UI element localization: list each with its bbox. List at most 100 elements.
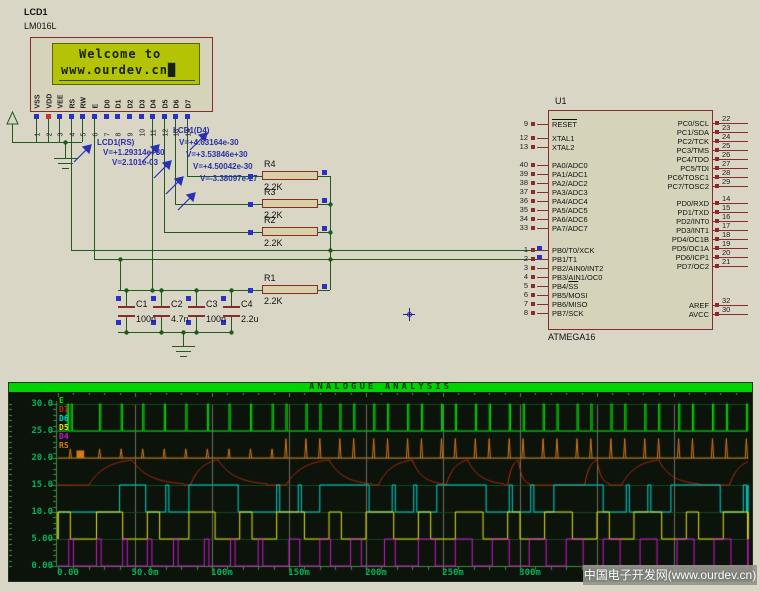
y-axis-tick-5.00: 5.00 — [17, 534, 53, 544]
watermark-banner: 中国电子开发网(www.ourdev.cn) — [583, 565, 757, 585]
resistor-R1[interactable] — [262, 285, 318, 294]
mcu-pin-pad-21 — [715, 264, 719, 268]
lcd-pin-label-RW: RW — [81, 87, 88, 109]
mcu-pin-pad-22 — [715, 121, 719, 125]
x-axis-tick-150m: 150m — [281, 568, 317, 578]
mcu-pin-number-24: 24 — [722, 132, 744, 141]
mcu-pin-stub-38 — [537, 183, 548, 184]
y-axis-tick-0.00: 0.00 — [17, 561, 53, 571]
mcu-pin-pad-13 — [531, 145, 535, 149]
mcu-pin-stub-1 — [537, 250, 548, 251]
legend-item-D5: D5 — [59, 424, 69, 432]
mcu-pin-stub-39 — [537, 174, 548, 175]
mcu-pin-pad-4 — [531, 275, 535, 279]
mcu-pin-stub-37 — [537, 192, 548, 193]
resistor-ref-R4: R4 — [264, 159, 276, 169]
mcu-pin-number-23: 23 — [722, 123, 744, 132]
mcu-pin-label-21: PD7/OC2 — [552, 262, 709, 271]
mcu-pin-pad-36 — [531, 199, 535, 203]
mcu-pin-pad-20 — [715, 255, 719, 259]
mcu-pin-number-9: 9 — [510, 119, 528, 128]
mcu-pin-number-28: 28 — [722, 168, 744, 177]
lcd-pin-number-2: 2 — [47, 115, 54, 137]
mcu-pin-number-3: 3 — [510, 263, 528, 272]
mcu-pin-pad-27 — [715, 166, 719, 170]
lcd-pin-label-E: E — [93, 87, 100, 109]
lcd-pin-number-5: 5 — [81, 115, 88, 137]
mcu-pin-label-20: PD6/ICP1 — [552, 253, 709, 262]
mcu-pin-pad-23 — [715, 130, 719, 134]
proteus-workspace: { "schematic": { "lcd": { "ref": "LCD1",… — [0, 0, 760, 592]
resistor-R2[interactable] — [262, 227, 318, 236]
y-axis-tick-15.0: 15.0 — [17, 480, 53, 490]
mcu-pin-stub-4 — [537, 277, 548, 278]
mcu-pin-label-5: PB4/SS — [552, 282, 578, 291]
mcu-pin-number-22: 22 — [722, 114, 744, 123]
mcu-pin-number-15: 15 — [722, 203, 744, 212]
mcu-pin-number-4: 4 — [510, 272, 528, 281]
x-axis-tick-200m: 200m — [358, 568, 394, 578]
x-axis-tick-100m: 100m — [204, 568, 240, 578]
lcd-pin-label-D6: D6 — [174, 87, 181, 109]
mcu-pin-pad-2 — [531, 257, 535, 261]
mcu-pin-number-33: 33 — [510, 223, 528, 232]
probe-label-rs[interactable]: LCD1(RS) — [97, 138, 134, 147]
lcd-pin-label-D3: D3 — [140, 87, 147, 109]
x-axis-tick-0.00: 0.00 — [50, 568, 86, 578]
mcu-pin-number-27: 27 — [722, 159, 744, 168]
mcu-pin-number-13: 13 — [510, 142, 528, 151]
mcu-pin-label-28: PC6/TOSC1 — [552, 173, 709, 182]
power-terminal-icon[interactable] — [7, 112, 18, 124]
mcu-pin-number-8: 8 — [510, 308, 528, 317]
graph-plot-canvas[interactable] — [9, 393, 752, 581]
lcd-pin-number-11: 11 — [151, 115, 158, 137]
y-axis-tick-10.0: 10.0 — [17, 507, 53, 517]
mcu-pin-pad-37 — [531, 190, 535, 194]
lcd-screen-line1: Welcome to — [79, 47, 161, 61]
mcu-pin-label-6: PB5/MOSI — [552, 291, 587, 300]
lcd-pin-label-VEE: VEE — [58, 87, 65, 109]
graph-title-bar[interactable]: ANALOGUE ANALYSIS — [9, 383, 752, 393]
probe-label-d4[interactable]: LCD1(D4) — [173, 126, 209, 135]
resistor-ref-R2: R2 — [264, 215, 276, 225]
mcu-pin-label-14: PD0/RXD — [552, 199, 709, 208]
lcd-pin-label-D5: D5 — [163, 87, 170, 109]
resistor-R3[interactable] — [262, 199, 318, 208]
mcu-pin-number-25: 25 — [722, 141, 744, 150]
lcd-pin-number-4: 4 — [70, 115, 77, 137]
capacitor-value-C3: 100n — [206, 314, 226, 324]
mcu-pin-stub-33 — [537, 228, 548, 229]
lcd-pin-number-10: 10 — [140, 115, 147, 137]
mcu-pin-stub-3 — [537, 268, 548, 269]
probe-value-d4-2: V=+3.53846e+30 — [186, 150, 248, 159]
probe-value-d4-3: V=+4.50042e-30 — [193, 162, 253, 171]
mcu-model-label: ATMEGA16 — [548, 332, 595, 342]
lcd-pin-label-VSS: VSS — [35, 87, 42, 109]
mcu-pin-pad-8 — [531, 311, 535, 315]
mcu-pin-number-40: 40 — [510, 160, 528, 169]
crosshair-cursor-icon — [403, 308, 415, 321]
lcd-ref-label: LCD1 — [24, 7, 48, 17]
mcu-pin-pad-28 — [715, 175, 719, 179]
resistor-R4[interactable] — [262, 171, 318, 180]
lcd-pin-label-D0: D0 — [105, 87, 112, 109]
capacitor-ref-C3: C3 — [206, 299, 218, 309]
mcu-pin-number-1: 1 — [510, 245, 528, 254]
mcu-pin-pad-7 — [531, 302, 535, 306]
mcu-pin-label-24: PC2/TCK — [552, 137, 709, 146]
mcu-pin-number-30: 30 — [722, 305, 744, 314]
mcu-pin-number-14: 14 — [722, 194, 744, 203]
lcd-pin-number-6: 6 — [93, 115, 100, 137]
mcu-pin-stub-2 — [537, 259, 548, 260]
mcu-pin-stub-40 — [537, 165, 548, 166]
mcu-pin-number-21: 21 — [722, 257, 744, 266]
mcu-pin-number-26: 26 — [722, 150, 744, 159]
analogue-analysis-graph[interactable]: ANALOGUE ANALYSIS 0.005.0010.015.020.025… — [8, 382, 753, 582]
lcd-model-label: LM016L — [24, 21, 57, 31]
x-axis-tick-50.0m: 50.0m — [127, 568, 163, 578]
capacitor-value-C1: 100n — [136, 314, 156, 324]
mcu-ref-label: U1 — [555, 96, 567, 106]
mcu-pin-stub-12 — [537, 138, 548, 139]
mcu-pin-number-7: 7 — [510, 299, 528, 308]
probe-value-rs-1: V=+1.29314e+30 — [103, 148, 165, 157]
